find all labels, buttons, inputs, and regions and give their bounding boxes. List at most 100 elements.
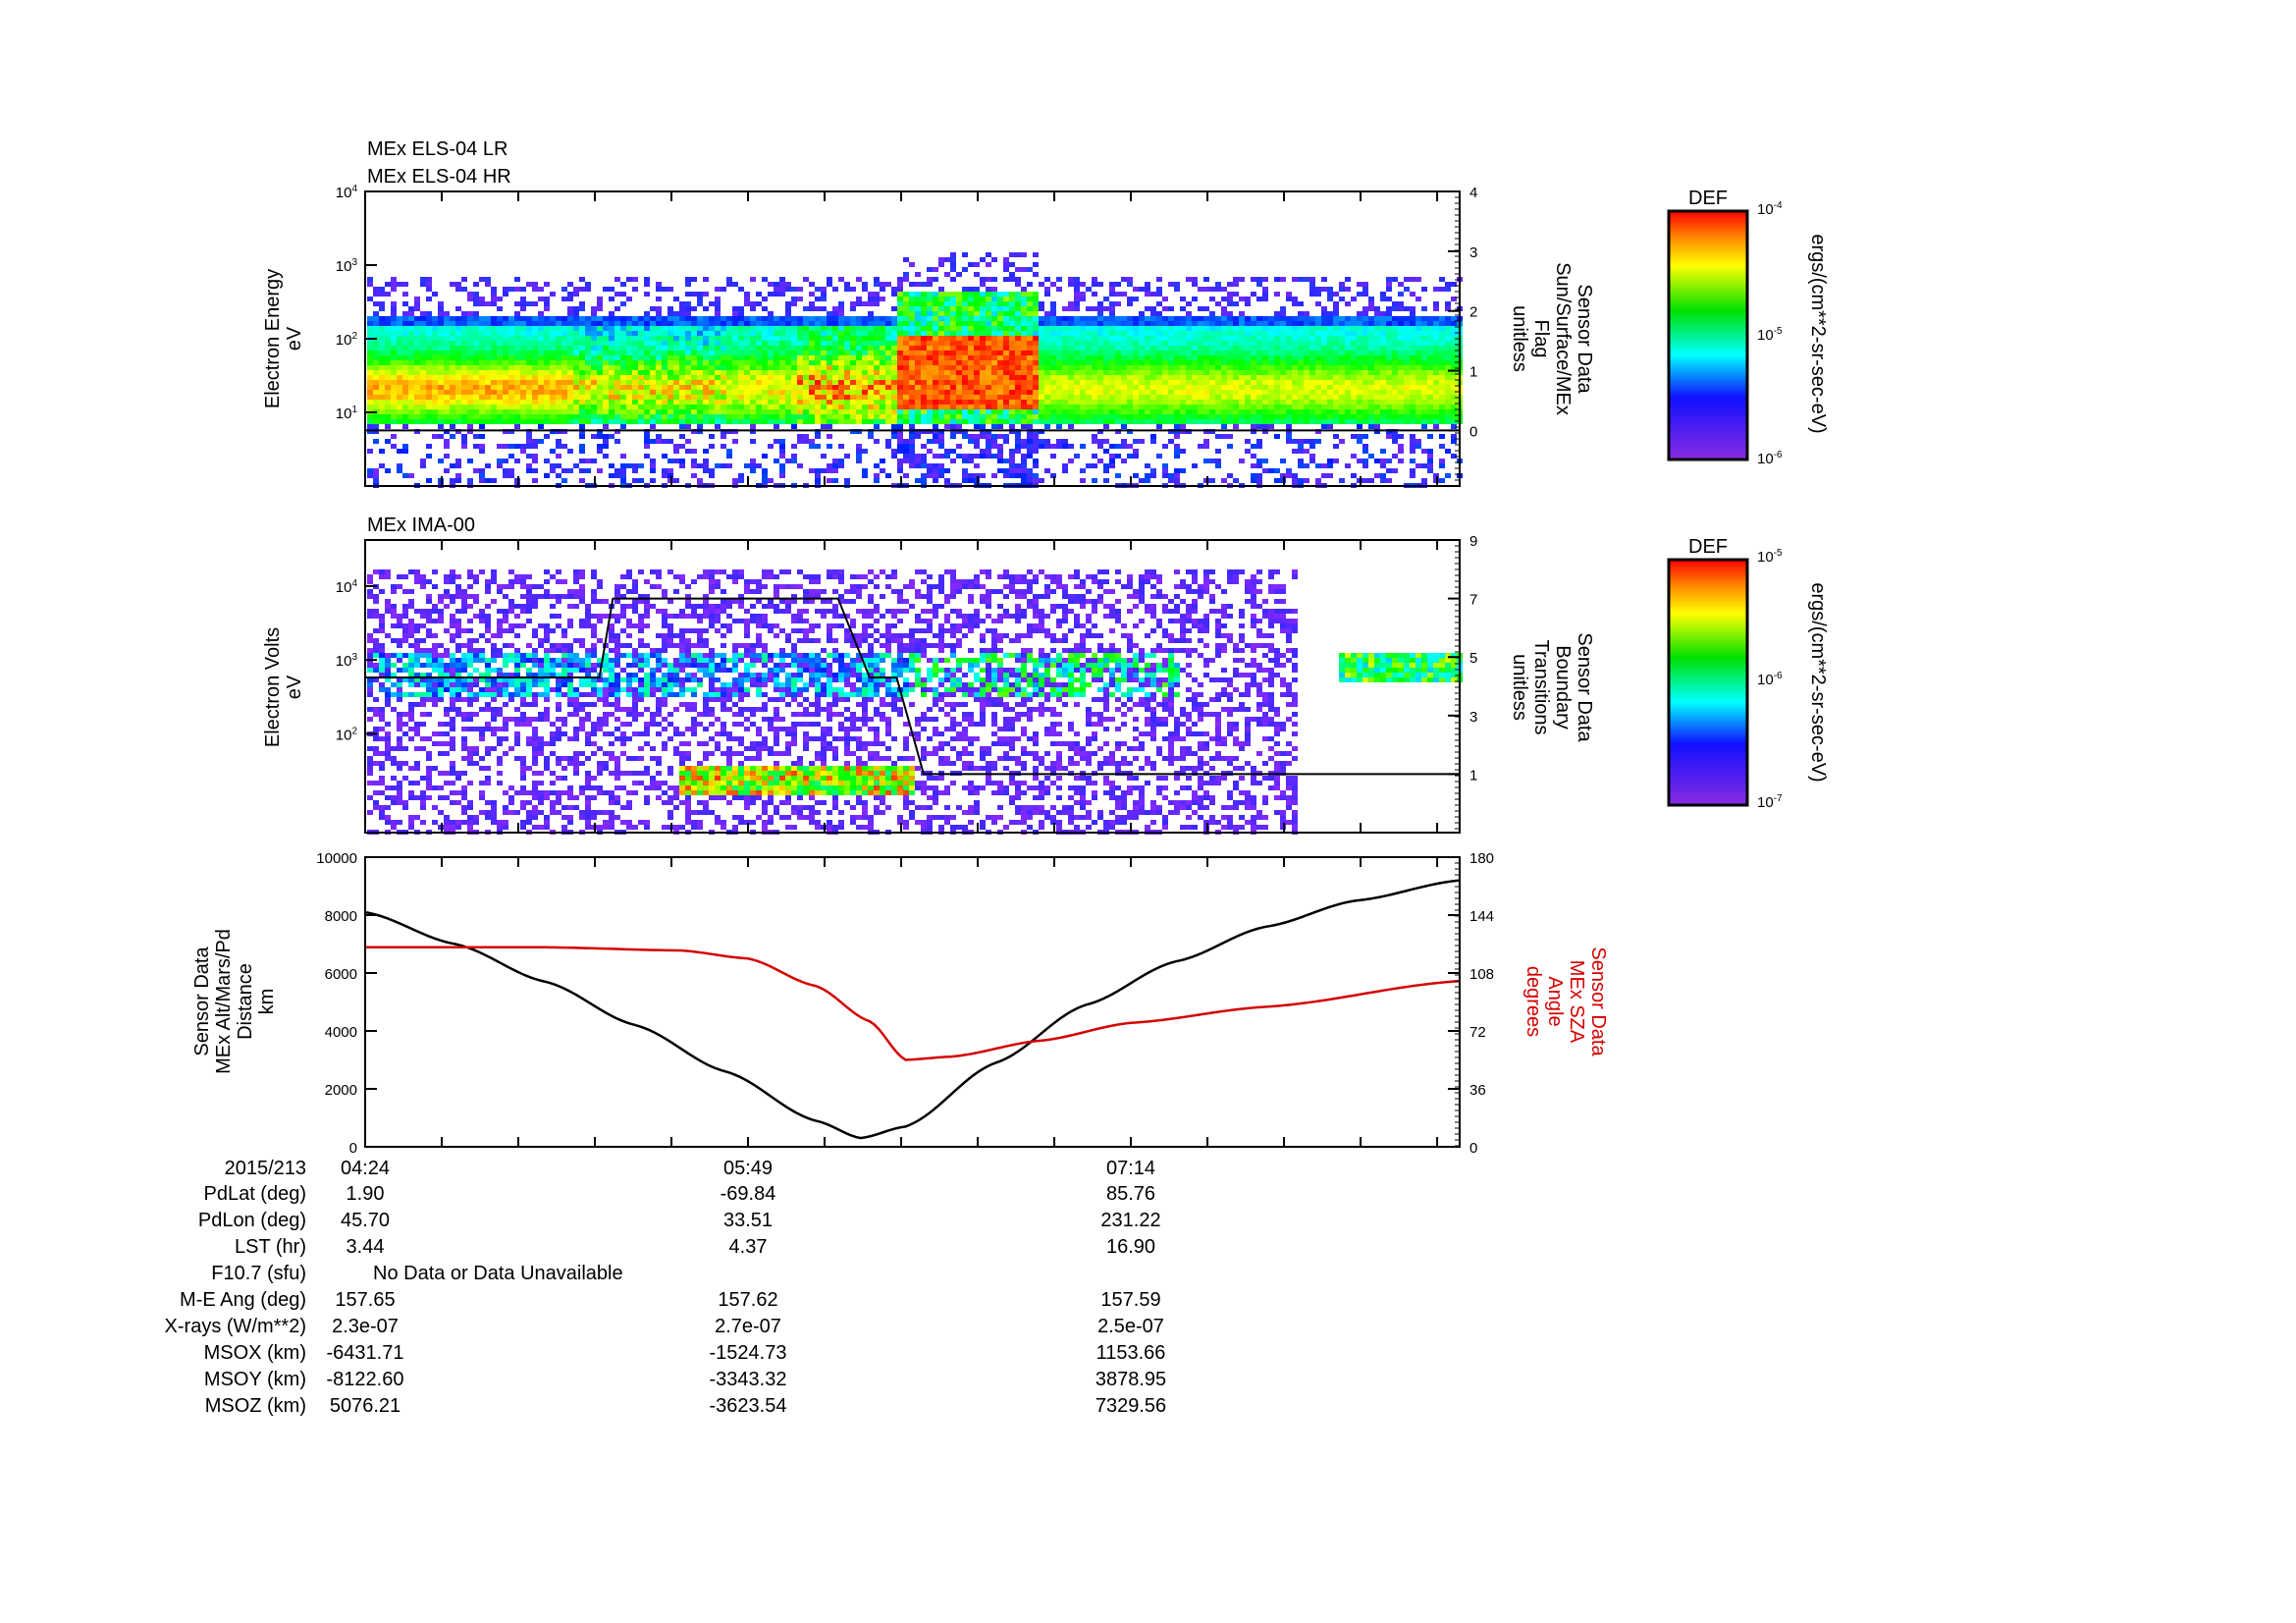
spectrogram-cell: [650, 346, 656, 351]
spectrogram-cell: [885, 385, 891, 390]
spectrogram-cell: [479, 424, 485, 429]
spectrogram-cell: [1062, 365, 1068, 370]
spectrogram-cell: [526, 336, 532, 341]
spectrogram-cell: [1251, 321, 1256, 326]
spectrogram-cell: [597, 331, 603, 336]
spectrogram-cell: [709, 355, 715, 360]
spectrogram-cell: [1180, 355, 1186, 360]
spectrogram-cell: [579, 287, 585, 292]
spectrogram-cell: [1086, 405, 1092, 409]
spectrogram-cell: [1239, 277, 1245, 282]
spectrogram-cell: [444, 439, 450, 444]
spectrogram-cell: [933, 385, 938, 390]
spectrogram-cell: [1339, 439, 1345, 444]
spectrogram-cell: [597, 321, 603, 326]
spectrogram-cell: [827, 341, 832, 346]
spectrogram-cell: [768, 478, 774, 483]
spectrogram-cell: [827, 311, 832, 316]
spectrogram-cell: [756, 292, 762, 297]
spectrogram-cell: [1021, 409, 1027, 414]
spectrogram-cell: [556, 454, 561, 459]
spectrogram-cell: [379, 292, 385, 297]
spectrogram-cell: [726, 419, 732, 424]
spectrogram-cell: [385, 282, 391, 287]
spectrogram-cell: [1127, 390, 1133, 395]
spectrogram-cell: [785, 316, 791, 321]
spectrogram-cell: [1315, 478, 1321, 483]
spectrogram-cell: [726, 351, 732, 355]
spectrogram-cell: [927, 380, 933, 385]
spectrogram-cell: [1245, 297, 1251, 301]
spectrogram-cell: [797, 419, 803, 424]
spectrogram-cell: [933, 414, 938, 419]
spectrogram-cell: [815, 385, 821, 390]
spectrogram-cell: [1215, 434, 1221, 439]
spectrogram-cell: [1027, 301, 1033, 306]
spectrogram-cell: [397, 419, 402, 424]
spectrogram-cell: [432, 409, 438, 414]
spectrogram-cell: [544, 380, 550, 385]
spectrogram-cell: [862, 341, 868, 346]
spectrogram-cell: [1186, 326, 1192, 331]
spectrogram-cell: [662, 405, 667, 409]
spectrogram-cell: [1145, 409, 1150, 414]
spectrogram-cell: [550, 400, 556, 405]
spectrogram-cell: [732, 375, 738, 380]
spectrogram-cell: [1309, 385, 1315, 390]
spectrogram-cell: [1150, 346, 1156, 351]
spectrogram-cell: [797, 355, 803, 360]
spectrogram-cell: [1015, 346, 1021, 351]
spectrogram-cell: [709, 365, 715, 370]
spectrogram-cell: [420, 282, 426, 287]
spectrogram-cell: [1103, 419, 1109, 424]
spectrogram-cell: [556, 414, 561, 419]
spectrogram-cell: [685, 331, 691, 336]
spectrogram-cell: [832, 400, 838, 405]
spectrogram-cell: [762, 454, 768, 459]
spectrogram-cell: [1162, 297, 1168, 301]
spectrogram-cell: [520, 287, 526, 292]
spectrogram-cell: [1156, 405, 1162, 409]
spectrogram-cell: [567, 351, 573, 355]
spectrogram-cell: [1027, 395, 1033, 400]
spectrogram-cell: [556, 365, 561, 370]
spectrogram-cell: [579, 449, 585, 454]
spectrogram-cell: [1127, 331, 1133, 336]
spectrogram-cell: [874, 351, 880, 355]
spectrogram-cell: [1268, 380, 1274, 385]
spectrogram-cell: [1080, 380, 1086, 385]
spectrogram-cell: [591, 409, 597, 414]
spectrogram-cell: [991, 419, 997, 424]
spectrogram-cell: [585, 321, 591, 326]
spectrogram-cell: [1315, 439, 1321, 444]
spectrogram-cell: [626, 297, 632, 301]
spectrogram-cell: [685, 346, 691, 351]
spectrogram-cell: [650, 400, 656, 405]
spectrogram-cell: [921, 282, 927, 287]
spectrogram-cell: [880, 365, 885, 370]
spectrogram-cell: [1127, 414, 1133, 419]
spectrogram-cell: [856, 336, 862, 341]
spectrogram-cell: [703, 375, 709, 380]
spectrogram-cell: [638, 316, 644, 321]
spectrogram-cell: [762, 375, 768, 380]
spectrogram-cell: [373, 473, 379, 478]
spectrogram-cell: [1251, 355, 1256, 360]
spectrogram-cell: [1145, 321, 1150, 326]
spectrogram-cell: [1003, 459, 1009, 463]
spectrogram-cell: [520, 346, 526, 351]
spectrogram-cell: [597, 468, 603, 473]
spectrogram-cell: [986, 311, 991, 316]
spectrogram-cell: [1121, 336, 1127, 341]
spectrogram-cell: [532, 355, 538, 360]
spectrogram-cell: [944, 360, 950, 365]
spectrogram-cell: [467, 380, 473, 385]
spectrogram-cell: [1115, 346, 1121, 351]
spectrogram-cell: [526, 341, 532, 346]
spectrogram-cell: [968, 395, 974, 400]
spectrogram-cell: [862, 346, 868, 351]
spectrogram-cell: [732, 306, 738, 311]
spectrogram-cell: [556, 405, 561, 409]
spectrogram-cell: [1145, 478, 1150, 483]
spectrogram-cell: [1256, 365, 1262, 370]
